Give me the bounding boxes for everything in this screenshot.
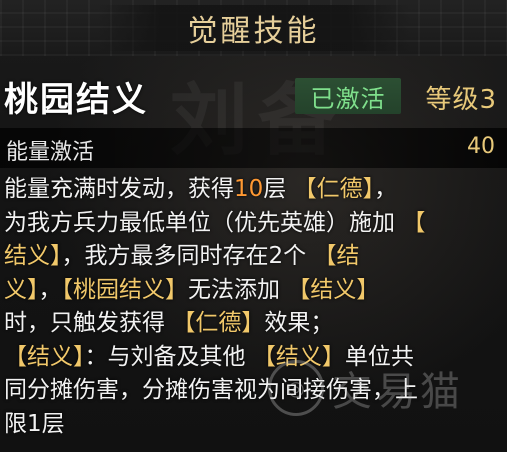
description-line: 结义】，我方最多同时存在2个 【结: [4, 240, 501, 274]
skill-detail-panel: 刘备 觉醒技能 桃园结义 已激活 等级3 能量激活 40 能量充满时发动，获得1…: [0, 0, 507, 452]
description-text: 为我方兵力最低单位（优先英雄）施加: [4, 209, 403, 236]
watermark-text: 交易猫: [332, 369, 464, 415]
description-text: 限1层: [4, 410, 65, 437]
skill-name: 桃园结义: [4, 80, 148, 120]
keyword-highlight: 义】: [4, 276, 39, 303]
description-line: 时，只触发获得 【仁德】效果；: [4, 307, 501, 341]
number-highlight: 10: [234, 176, 264, 202]
keyword-highlight: 【桃园结义】: [61, 276, 189, 303]
description-line: 义】，【桃园结义】无法添加 【结义】: [4, 274, 501, 308]
keyword-highlight: 结义】: [4, 243, 62, 269]
keyword-highlight: 【结义】: [4, 343, 85, 370]
description-text: ，: [374, 176, 398, 202]
watermark-logo: ◎ 交易猫: [268, 348, 504, 428]
energy-value: 40: [467, 134, 495, 159]
description-text: 时，只触发获得: [4, 310, 173, 336]
keyword-highlight: 【仁德】: [172, 310, 265, 336]
panel-title: 觉醒技能: [187, 14, 320, 49]
keyword-highlight: 【仁德】: [293, 176, 375, 202]
skill-header-row: 桃园结义 已激活 等级3: [0, 66, 507, 124]
description-text: 效果；: [264, 310, 334, 336]
description-line: 为我方兵力最低单位（优先英雄）施加 【: [4, 207, 501, 241]
title-bar: 觉醒技能: [0, 0, 507, 56]
description-text: 能量充满时发动，获得: [4, 176, 234, 202]
watermark-logo-icon: ◎: [268, 360, 324, 416]
title-plate: 觉醒技能: [97, 5, 410, 51]
description-line: 能量充满时发动，获得10层 【仁德】，: [4, 173, 501, 207]
status-badge: 已激活: [295, 78, 401, 114]
keyword-highlight: 【结义】: [287, 276, 380, 303]
skill-level: 等级3: [425, 85, 497, 115]
description-text: ：与刘备及其他: [84, 343, 253, 370]
keyword-highlight: 【: [402, 209, 426, 236]
description-text: ，: [38, 276, 62, 303]
keyword-highlight: 【结: [313, 243, 360, 269]
description-text: ，我方最多同时存在2个: [61, 243, 314, 269]
description-text: 无法添加: [188, 276, 288, 303]
energy-bar: 能量激活 40: [0, 128, 507, 168]
description-text: 层: [263, 176, 294, 202]
energy-label: 能量激活: [6, 140, 95, 165]
status-badge-label: 已激活: [310, 84, 386, 113]
